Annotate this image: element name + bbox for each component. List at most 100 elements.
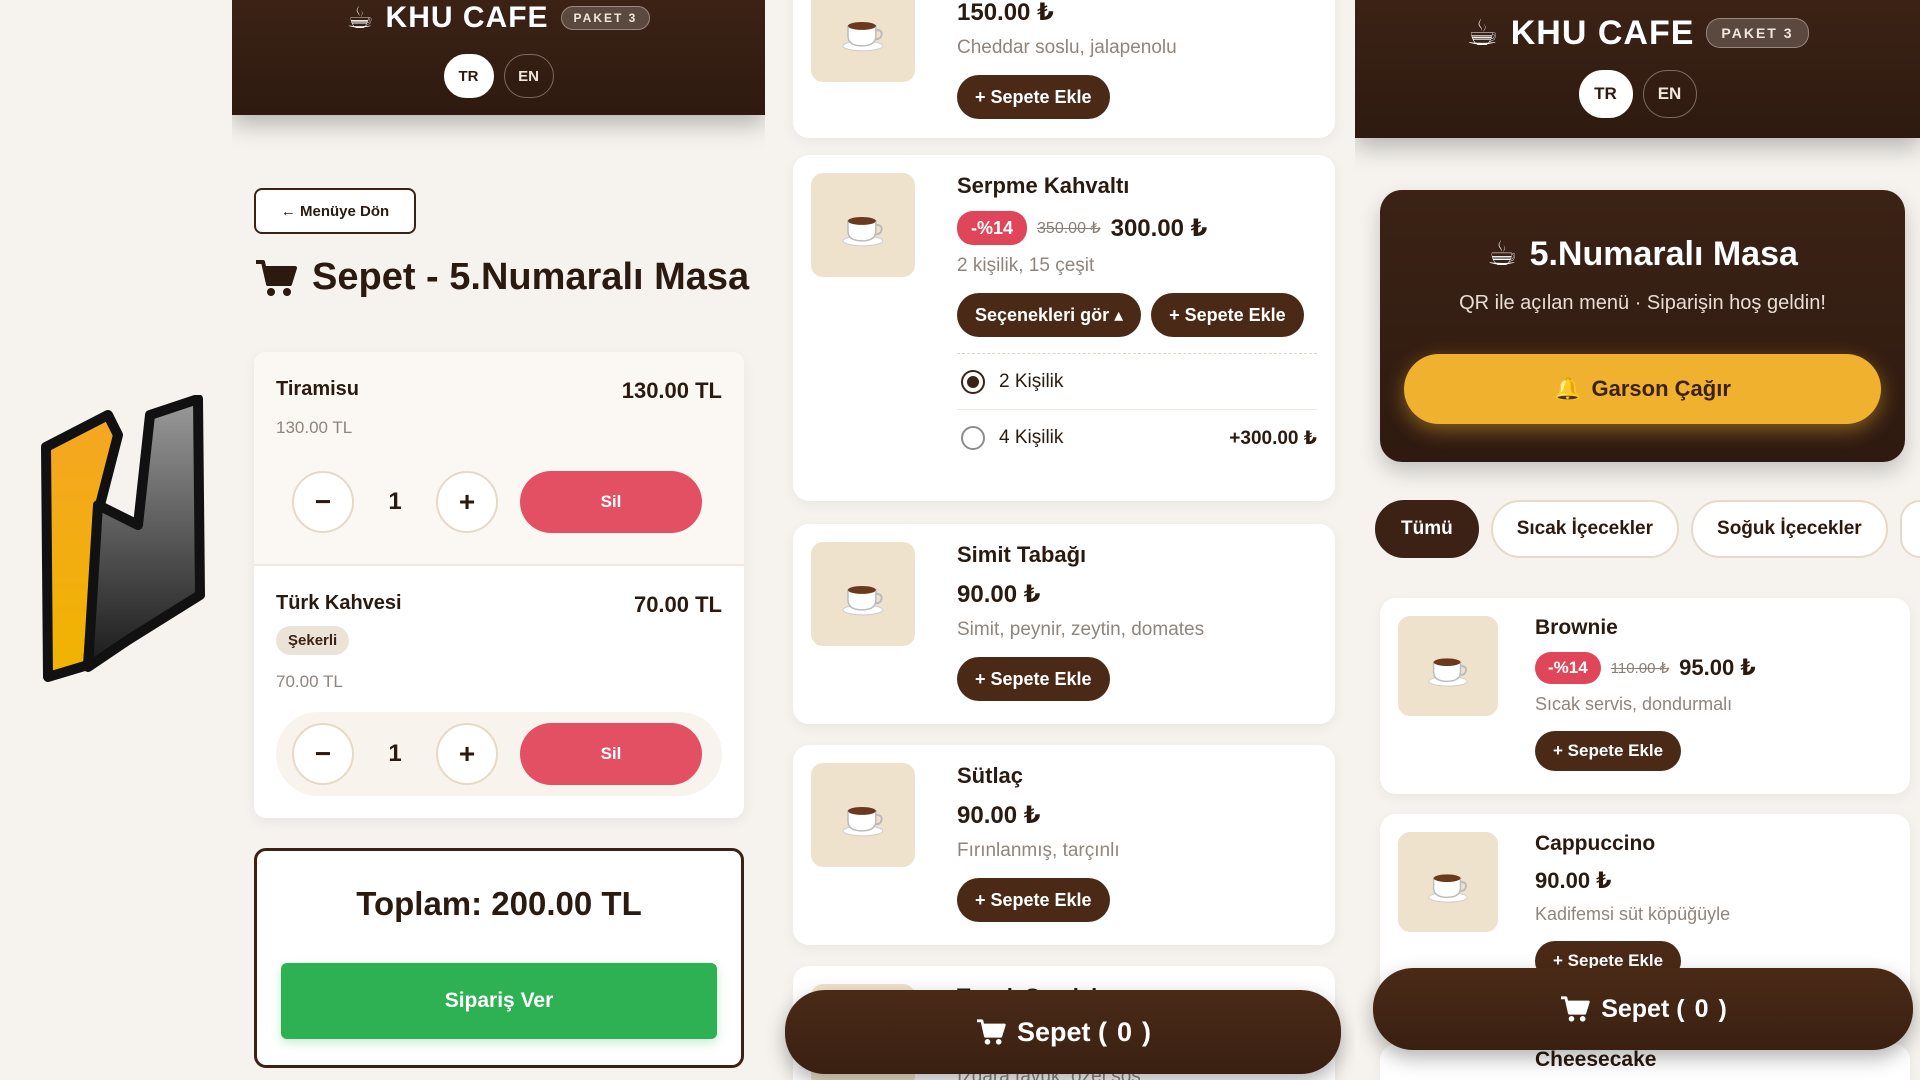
category-tabs: Tümü Sıcak İçecekler Soğuk İçecekler [1375,500,1920,558]
brand-header: ☕ KHU CAFE PAKET 3 TR EN [232,0,765,115]
coffee-cup-icon [842,586,884,616]
cart-item-name: Türk Kahvesi [276,592,402,614]
product-image [811,173,915,277]
product-image [811,0,915,82]
brand-header: ☕ KHU CAFE PAKET 3 TR EN [1355,0,1920,138]
product-info: Sütlaç 90.00 ₺ Fırınlanmış, tarçınlı + S… [957,763,1317,922]
category-tab-hot-drinks[interactable]: Sıcak İçecekler [1490,500,1680,558]
product-info: Brownie -%14 110.00 ₺ 95.00 ₺ Sıcak serv… [1535,616,1892,771]
cart-bar-close: ) [1718,994,1727,1023]
package-badge: PAKET 3 [1706,18,1809,48]
option-row[interactable]: 2 Kişilik [957,354,1317,410]
bell-icon: 🔔 [1554,376,1582,401]
add-to-cart-button[interactable]: + Sepete Ekle [957,657,1110,701]
menu-item-card: Brownie -%14 110.00 ₺ 95.00 ₺ Sıcak serv… [1380,598,1910,794]
view-options-button[interactable]: Seçenekleri gör ▴ [957,293,1142,337]
cart-item-unit-price: 70.00 TL [276,672,343,691]
product-description: Kadifemsi süt köpüğüyle [1535,904,1731,924]
increase-qty-button[interactable]: + [436,471,498,533]
old-price: 110.00 ₺ [1610,660,1670,677]
product-card: Simit Tabağı 90.00 ₺ Simit, peynir, zeyt… [793,524,1335,724]
product-description: Fırınlanmış, tarçınlı [957,840,1120,861]
page-title: Sepet - 5.Numaralı Masa [254,256,749,299]
radio-unselected-icon[interactable] [961,426,985,450]
product-card: Sütlaç 90.00 ₺ Fırınlanmış, tarçınlı + S… [793,745,1335,945]
package-badge: PAKET 3 [560,6,651,30]
cart-item-total: 130.00 TL [621,378,722,403]
delete-item-button[interactable]: Sil [520,471,702,533]
delete-item-button[interactable]: Sil [520,723,702,785]
cart-bar-button[interactable]: Sepet ( 0 ) [1373,968,1913,1050]
product-price: 90.00 ₺ [957,580,1317,609]
cart-panel: ☕ KHU CAFE PAKET 3 TR EN ← Menüye Dön Se… [232,0,765,1080]
product-image [1398,616,1498,716]
add-to-cart-button[interactable]: + Sepete Ekle [1151,293,1304,337]
table-welcome-card: ☕ 5.Numaralı Masa QR ile açılan menü · S… [1380,190,1905,462]
coffee-cup-icon [1428,874,1468,903]
cart-item-total: 70.00 TL [633,592,722,617]
cart-bar-label: Sepet ( [1601,994,1685,1023]
brand-row: ☕ KHU CAFE PAKET 3 [1466,12,1809,54]
category-tab-all[interactable]: Tümü [1375,500,1479,558]
call-waiter-button[interactable]: 🔔 Garson Çağır [1404,354,1881,424]
add-to-cart-button[interactable]: + Sepete Ekle [957,75,1110,119]
product-actions: Seçenekleri gör ▴ + Sepete Ekle [957,293,1317,337]
product-card: 150.00 ₺ Cheddar soslu, jalapenolu + Sep… [793,0,1335,138]
cart-items-card: Tiramisu 130.00 TL 130.00 TL − 1 + Sil T… [254,352,744,818]
cart-title-text: Sepet - 5.Numaralı Masa [312,256,750,298]
radio-selected-icon[interactable] [961,369,985,394]
product-price: 90.00 ₺ [957,801,1317,830]
product-image [811,763,915,867]
product-description: Cheddar soslu, jalapenolu [957,37,1177,58]
option-row[interactable]: 4 Kişilik +300.00 ₺ [957,410,1317,466]
product-info: Cheesecake [1535,1048,1892,1072]
product-image [811,542,915,646]
product-price: -%14 110.00 ₺ 95.00 ₺ [1535,652,1892,684]
cart-total: Toplam: 200.00 TL [356,885,642,922]
add-to-cart-button[interactable]: + Sepete Ekle [1535,731,1682,771]
product-list-panel: 150.00 ₺ Cheddar soslu, jalapenolu + Sep… [765,0,1355,1080]
shopping-cart-icon [1561,996,1590,1022]
increase-qty-button[interactable]: + [436,723,498,785]
lang-en-button[interactable]: EN [1642,70,1697,118]
place-order-button[interactable]: Sipariş Ver [281,963,717,1039]
product-description: 2 kişilik, 15 çeşit [957,255,1095,276]
price-value: 300.00 ₺ [1110,214,1208,242]
category-tab-cold-drinks[interactable]: Soğuk İçecekler [1691,500,1888,558]
order-summary: Toplam: 200.00 TL Sipariş Ver [254,848,744,1068]
brand-row: ☕ KHU CAFE PAKET 3 [347,0,651,36]
option-extra-price: +300.00 ₺ [1229,427,1317,449]
coffee-cup-icon: ☕ [1487,235,1518,273]
cart-item: Tiramisu 130.00 TL 130.00 TL − 1 + Sil [254,352,744,566]
lang-en-button[interactable]: EN [503,54,554,98]
price-value: 95.00 ₺ [1679,655,1756,680]
product-name: Serpme Kahvaltı [957,173,1130,198]
product-info: Serpme Kahvaltı -%14 350.00 ₺ 300.00 ₺ 2… [957,173,1317,466]
add-to-cart-button[interactable]: + Sepete Ekle [957,878,1110,922]
decrease-qty-button[interactable]: − [292,471,354,533]
option-label: 4 Kişilik [999,427,1064,448]
language-switch: TR EN [1578,70,1697,118]
lang-tr-button[interactable]: TR [1578,70,1633,118]
cart-item-option-badge: Şekerli [276,626,350,655]
product-info: 150.00 ₺ Cheddar soslu, jalapenolu + Sep… [957,0,1317,119]
product-info: Cappuccino 90.00 ₺ Kadifemsi süt köpüğüy… [1535,832,1892,981]
product-info: Simit Tabağı 90.00 ₺ Simit, peynir, zeyt… [957,542,1317,701]
table-title: ☕ 5.Numaralı Masa [1380,234,1905,274]
discount-badge: -%14 [957,211,1028,245]
back-to-menu-button[interactable]: ← Menüye Dön [254,188,416,234]
cart-item-unit-price: 130.00 TL [276,418,353,437]
cart-count: 0 [1117,1016,1133,1047]
category-tab-more[interactable] [1899,500,1920,558]
coffee-cup-icon [842,217,884,247]
brand-name: KHU CAFE [385,1,549,34]
decrease-qty-button[interactable]: − [292,723,354,785]
product-actions: + Sepete Ekle [957,878,1317,922]
product-card: Serpme Kahvaltı -%14 350.00 ₺ 300.00 ₺ 2… [793,155,1335,501]
price-value: 90.00 ₺ [957,581,1041,608]
lang-tr-button[interactable]: TR [443,54,494,98]
product-name: Brownie [1535,616,1618,639]
quantity-value: 1 [388,488,402,515]
app-logo [41,395,205,682]
cart-bar-button[interactable]: Sepet ( 0 ) [785,990,1341,1074]
